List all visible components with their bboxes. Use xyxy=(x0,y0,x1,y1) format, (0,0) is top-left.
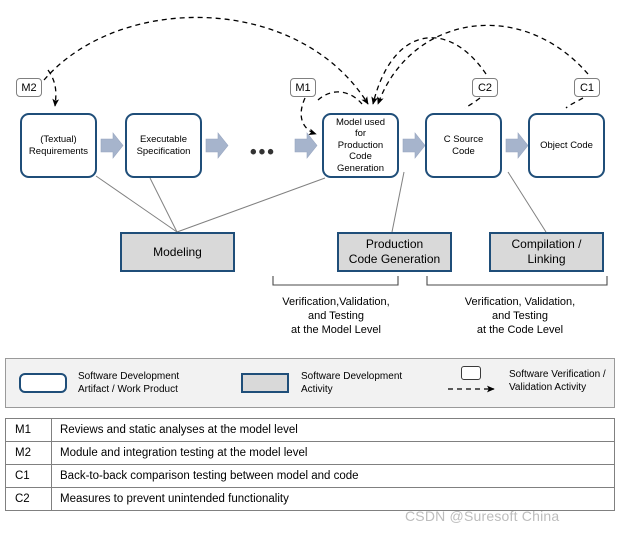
tag-chip-c1[interactable]: C1 xyxy=(574,78,600,97)
watermark-text: CSDN @Suresoft China xyxy=(405,508,560,524)
artifact-box-c-source-code[interactable]: C Source Code xyxy=(425,113,502,178)
connector-execspec-modeling xyxy=(149,177,178,233)
dashed-arc-m1-up xyxy=(317,91,363,105)
activity-box-compilation-linking[interactable]: Compilation / Linking xyxy=(489,232,604,272)
artifact-box-model-used-for-production-code-generation[interactable]: Model used for Production Code Generatio… xyxy=(322,113,399,178)
table-cell-key: C2 xyxy=(5,487,52,511)
dashed-arc-m2-requirements xyxy=(47,69,60,107)
legend-dashed-arrow-icon xyxy=(448,385,495,393)
dashed-arc-c2-csource xyxy=(464,97,481,109)
table-cell-key: M1 xyxy=(5,418,52,442)
activity-box-production-code-generation[interactable]: Production Code Generation xyxy=(337,232,452,272)
table-cell-key: M2 xyxy=(5,441,52,465)
table-row: M1 Reviews and static analyses at the mo… xyxy=(5,418,615,442)
flow-arrow-5 xyxy=(505,132,529,159)
ellipsis-marker: ••• xyxy=(250,142,276,163)
table-row: C1 Back-to-back comparison testing betwe… xyxy=(5,464,615,488)
tag-chip-c2[interactable]: C2 xyxy=(472,78,498,97)
dashed-arc-m2 xyxy=(43,16,369,105)
activity-box-modeling[interactable]: Modeling xyxy=(120,232,235,272)
flow-arrow-2 xyxy=(205,132,229,159)
dashed-arc-c2 xyxy=(371,37,487,105)
flow-arrow-3 xyxy=(294,132,318,159)
table-cell-key: C1 xyxy=(5,464,52,488)
dashed-arc-m1 xyxy=(300,97,317,135)
connector-csource-compilation xyxy=(507,171,547,233)
legend-label-activity: Software Development Activity xyxy=(301,371,403,395)
legend-swatch-verification xyxy=(461,366,481,380)
flow-arrow-4 xyxy=(402,132,426,159)
tag-chip-m1[interactable]: M1 xyxy=(290,78,316,97)
artifact-box-object-code[interactable]: Object Code xyxy=(528,113,605,178)
table-cell-desc: Back-to-back comparison testing between … xyxy=(51,464,615,488)
table-row: M2 Module and integration testing at the… xyxy=(5,441,615,465)
bracket-code-level xyxy=(426,276,608,286)
flow-arrow-1 xyxy=(100,132,124,159)
dashed-arc-c1-objectcode xyxy=(565,97,584,109)
table-cell-desc: Module and integration testing at the mo… xyxy=(51,441,615,465)
connector-modelpcg-modeling xyxy=(176,177,326,233)
caption-code-level: Verification, Validation, and Testing at… xyxy=(464,296,576,336)
tag-chip-m2[interactable]: M2 xyxy=(16,78,42,97)
legend-label-verification: Software Verification / Validation Activ… xyxy=(509,369,606,393)
legend-label-artifact: Software Development Artifact / Work Pro… xyxy=(78,371,180,395)
caption-model-level: Verification,Validation, and Testing at … xyxy=(282,296,390,336)
legend-swatch-activity xyxy=(241,373,289,393)
connector-requirements-modeling xyxy=(95,175,178,233)
diagram-page: (Textual) Requirements Executable Specif… xyxy=(0,0,620,535)
definition-table: M1 Reviews and static analyses at the mo… xyxy=(5,418,615,511)
artifact-box-executable-specification[interactable]: Executable Specification xyxy=(125,113,202,178)
connector-modelpcg-prodcode xyxy=(391,171,405,233)
legend-panel: Software Development Artifact / Work Pro… xyxy=(5,358,615,408)
artifact-box-requirements[interactable]: (Textual) Requirements xyxy=(20,113,97,178)
bracket-model-level xyxy=(272,276,399,286)
table-cell-desc: Reviews and static analyses at the model… xyxy=(51,418,615,442)
legend-swatch-artifact xyxy=(19,373,67,393)
